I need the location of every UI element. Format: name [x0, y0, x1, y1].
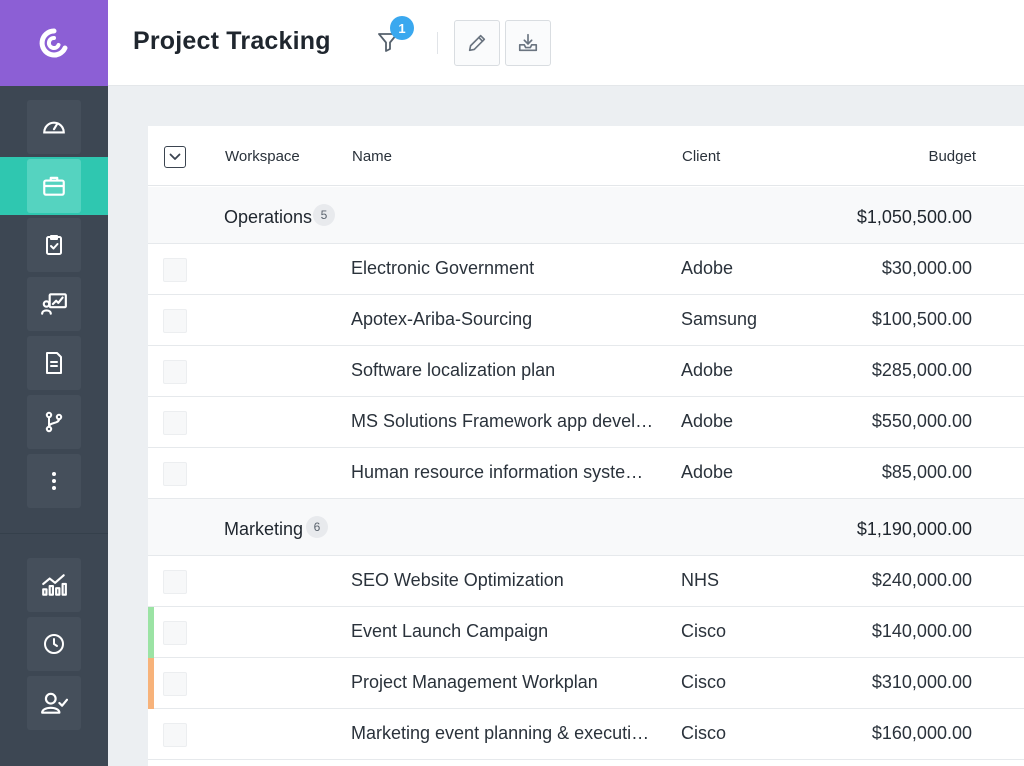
filter-count-badge: 1: [390, 16, 414, 40]
export-button[interactable]: [505, 20, 551, 66]
project-name: Event Launch Campaign: [351, 621, 549, 641]
project-name: Project Management Workplan: [351, 672, 598, 692]
table-row[interactable]: Human resource information syste… Adobe …: [148, 448, 1024, 499]
project-name: MS Solutions Framework app devel…: [351, 411, 654, 431]
column-workspace[interactable]: Workspace: [225, 148, 300, 165]
dashboard-icon: [43, 121, 65, 134]
group-total-budget: $1,050,500.00: [856, 207, 972, 227]
group-count-badge: 5: [313, 204, 335, 226]
row-checkbox[interactable]: [163, 411, 187, 435]
column-budget[interactable]: Budget: [928, 148, 976, 165]
chevron-down-icon: [169, 153, 181, 160]
projects-table: Workspace Name Client Budget Operations …: [148, 126, 1024, 766]
project-name: Human resource information syste…: [351, 462, 644, 482]
clipboard-check-icon: [46, 235, 62, 255]
table-row[interactable]: Apotex-Ariba-Sourcing Samsung $100,500.0…: [148, 295, 1024, 346]
nav-documents[interactable]: [27, 336, 81, 390]
budget-value: $550,000.00: [871, 411, 972, 431]
client-name: Adobe: [681, 462, 734, 482]
row-checkbox[interactable]: [163, 258, 187, 282]
client-name: Adobe: [681, 258, 734, 278]
table-row[interactable]: SEO Website Optimization NHS $240,000.00: [148, 556, 1024, 607]
header-separator: [437, 32, 438, 54]
analytics-icon: [42, 574, 67, 596]
table-row[interactable]: Marketing event planning & executi… Cisc…: [148, 709, 1024, 760]
pencil-icon: [468, 34, 486, 52]
download-tray-icon: [518, 33, 538, 52]
select-all-checkbox[interactable]: [164, 146, 186, 168]
more-icon: [52, 472, 56, 490]
row-checkbox[interactable]: [163, 360, 187, 384]
group-count-badge: 6: [306, 516, 328, 538]
group-name: Operations: [224, 207, 313, 227]
budget-value: $240,000.00: [871, 570, 972, 590]
sidebar-divider: [0, 533, 108, 534]
row-checkbox[interactable]: [163, 462, 187, 486]
budget-value: $140,000.00: [871, 621, 972, 641]
budget-value: $285,000.00: [871, 360, 972, 380]
nav-more[interactable]: [27, 454, 81, 508]
branch-icon: [45, 411, 63, 433]
row-color-marker: [148, 658, 154, 709]
column-name[interactable]: Name: [352, 148, 392, 165]
document-icon: [46, 352, 62, 374]
budget-value: $85,000.00: [881, 462, 972, 482]
user-check-icon: [41, 692, 68, 714]
nav-projects[interactable]: [27, 159, 81, 213]
project-name: Software localization plan: [351, 360, 556, 380]
logo-icon: [39, 28, 68, 58]
project-name: SEO Website Optimization: [351, 570, 564, 590]
client-name: NHS: [681, 570, 720, 590]
nav-time[interactable]: [27, 617, 81, 671]
client-name: Samsung: [681, 309, 758, 329]
nav-users[interactable]: [27, 676, 81, 730]
table-row[interactable]: Event Launch Campaign Cisco $140,000.00: [148, 607, 1024, 658]
brand-logo[interactable]: [0, 0, 108, 86]
table-row[interactable]: Project Management Workplan Cisco $310,0…: [148, 658, 1024, 709]
row-checkbox[interactable]: [163, 309, 187, 333]
nav-dashboard[interactable]: [27, 100, 81, 154]
row-checkbox[interactable]: [163, 723, 187, 747]
clock-icon: [44, 634, 64, 654]
budget-value: $310,000.00: [871, 672, 972, 692]
project-name: Electronic Government: [351, 258, 535, 278]
group-row-marketing[interactable]: Marketing 6 $1,190,000.00: [148, 499, 1024, 556]
nav-workflow[interactable]: [27, 395, 81, 449]
table-row[interactable]: Electronic Government Adobe $30,000.00: [148, 244, 1024, 295]
page-title: Project Tracking: [133, 27, 331, 55]
client-name: Adobe: [681, 411, 734, 431]
project-name: Marketing event planning & executi…: [351, 723, 650, 743]
row-color-marker: [148, 607, 154, 658]
app: Project Tracking 1 Workspace Name Client…: [0, 0, 1024, 766]
table-row[interactable]: MS Solutions Framework app devel… Adobe …: [148, 397, 1024, 448]
table-row[interactable]: Software localization plan Adobe $285,00…: [148, 346, 1024, 397]
group-total-budget: $1,190,000.00: [856, 519, 972, 539]
nav-tasks[interactable]: [27, 218, 81, 272]
edit-button[interactable]: [454, 20, 500, 66]
row-checkbox[interactable]: [163, 672, 187, 696]
sidebar: [0, 0, 108, 766]
client-name: Cisco: [681, 723, 727, 743]
client-name: Cisco: [681, 672, 727, 692]
group-row-operations[interactable]: Operations 5 $1,050,500.00: [148, 187, 1024, 244]
client-name: Cisco: [681, 621, 727, 641]
client-name: Adobe: [681, 360, 734, 380]
presentation-chart-icon: [41, 293, 67, 315]
row-checkbox[interactable]: [163, 570, 187, 594]
header: Project Tracking 1: [108, 0, 1024, 86]
budget-value: $30,000.00: [881, 258, 972, 278]
budget-value: $100,500.00: [871, 309, 972, 329]
row-checkbox[interactable]: [163, 621, 187, 645]
budget-value: $160,000.00: [871, 723, 972, 743]
table-header: Workspace Name Client Budget: [148, 126, 1024, 186]
group-name: Marketing: [224, 519, 304, 539]
nav-reports[interactable]: [27, 277, 81, 331]
briefcase-icon: [43, 176, 65, 196]
column-client[interactable]: Client: [682, 148, 720, 165]
nav-analytics[interactable]: [27, 558, 81, 612]
project-name: Apotex-Ariba-Sourcing: [351, 309, 533, 329]
